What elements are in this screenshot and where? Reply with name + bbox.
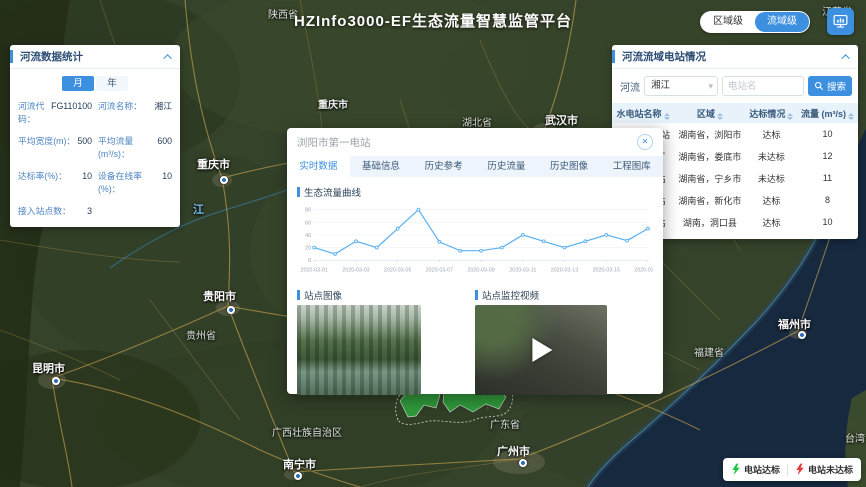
stat-field: 平均宽度(m)：500 <box>18 134 92 160</box>
modal-tab[interactable]: 历史图像 <box>538 156 601 177</box>
eco-flow-chart: 0 20 40 60 80 2020-03-01 2020-03-03 2020-03-05 2… <box>297 202 653 282</box>
svg-text:20: 20 <box>305 246 311 252</box>
period-tab[interactable]: 年 <box>96 76 128 91</box>
top-bar: HZInfo3000-EF生态流量智慧监管平台 区域级流域级 <box>0 0 866 38</box>
close-icon[interactable]: ✕ <box>637 134 653 150</box>
city-marker-icon <box>798 331 806 339</box>
svg-text:2020-03-11: 2020-03-11 <box>509 267 536 273</box>
river-filter-label: 河流 <box>620 79 640 94</box>
svg-text:2020-03-13: 2020-03-13 <box>551 267 578 273</box>
map-legend: 电站达标 电站未达标 <box>723 458 861 481</box>
stat-field: 设备在线率(%)：10 <box>98 169 172 195</box>
level-option[interactable]: 流域级 <box>755 12 809 32</box>
level-option[interactable]: 区域级 <box>701 12 755 32</box>
stat-field: 接入站点数：3 <box>18 204 92 217</box>
chart-section-title: 生态流量曲线 <box>297 185 653 199</box>
city-marker-icon <box>227 306 235 314</box>
station-search-input[interactable] <box>722 76 804 96</box>
stat-field: 河流名称：湘江 <box>98 99 172 125</box>
modal-title: 浏阳市第一电站 <box>297 135 637 150</box>
city-marker-icon <box>519 459 527 467</box>
video-section-title: 站点监控视频 <box>475 288 653 302</box>
svg-text:0: 0 <box>308 258 311 264</box>
section-accent-bar <box>475 290 478 300</box>
section-accent-bar <box>297 290 300 300</box>
monitor-button[interactable] <box>827 8 854 35</box>
sortable-column-header[interactable]: 水电站名称 <box>612 103 674 123</box>
stations-panel-title: 河流流域电站情况 <box>622 49 844 64</box>
legend-item: 电站达标 <box>731 463 780 476</box>
chevron-down-icon: ▾ <box>708 77 713 95</box>
play-icon[interactable] <box>532 338 552 362</box>
sortable-column-header[interactable]: 流量 (m³/s) <box>797 103 858 123</box>
lightning-icon <box>795 463 805 476</box>
station-video[interactable] <box>475 305 607 395</box>
station-detail-modal: 浏阳市第一电站 ✕ 实时数据基础信息历史参考历史流量历史图像工程图库 生态流量曲… <box>287 128 663 394</box>
river-stats-panel: 河流数据统计 月年 河流代码：FG110100河流名称：湘江平均宽度(m)：50… <box>10 45 180 227</box>
stat-field: 平均流量(m³/s)：600 <box>98 134 172 160</box>
sort-arrows-icon <box>717 113 723 120</box>
svg-text:2020-03-15: 2020-03-15 <box>593 267 620 273</box>
modal-tab[interactable]: 历史参考 <box>412 156 475 177</box>
period-tab[interactable]: 月 <box>62 76 94 91</box>
sort-arrows-icon <box>787 113 793 120</box>
modal-tab[interactable]: 历史流量 <box>475 156 538 177</box>
image-section-title: 站点图像 <box>297 288 475 302</box>
river-select[interactable]: 湘江 ▾ <box>644 76 718 96</box>
search-icon <box>814 81 824 91</box>
river-stats-fields: 河流代码：FG110100河流名称：湘江平均宽度(m)：500平均流量(m³/s… <box>10 95 180 227</box>
svg-text:2020-03-17: 2020-03-17 <box>634 267 653 273</box>
city-marker-icon <box>294 472 302 480</box>
search-button[interactable]: 搜索 <box>808 76 852 96</box>
svg-text:60: 60 <box>305 220 311 226</box>
period-tabs: 月年 <box>10 76 180 91</box>
legend-item: 电站未达标 <box>795 463 853 476</box>
modal-tab[interactable]: 实时数据 <box>287 156 350 177</box>
section-accent-bar <box>297 187 300 197</box>
sortable-column-header[interactable]: 达标情况 <box>746 103 797 123</box>
stat-field: 达标率(%)：10 <box>18 169 92 195</box>
river-stats-title: 河流数据统计 <box>20 49 166 64</box>
svg-text:2020-03-03: 2020-03-03 <box>342 267 369 273</box>
svg-text:80: 80 <box>305 208 311 214</box>
lightning-icon <box>731 463 741 476</box>
city-marker-icon <box>220 176 228 184</box>
modal-tab[interactable]: 工程图库 <box>600 156 663 177</box>
svg-text:2020-03-01: 2020-03-01 <box>300 267 327 273</box>
app-root: 陕西省江苏省重庆市湖北省武汉市重庆市长江贵阳市贵州省昆明市广西壮族自治区南宁市广… <box>0 0 866 487</box>
city-marker-icon <box>52 377 60 385</box>
svg-text:40: 40 <box>305 233 311 239</box>
svg-text:2020-03-07: 2020-03-07 <box>426 267 453 273</box>
sortable-column-header[interactable]: 区域 <box>674 103 746 123</box>
station-photo <box>297 305 421 395</box>
svg-text:2020-03-09: 2020-03-09 <box>467 267 494 273</box>
sort-arrows-icon <box>664 113 670 120</box>
modal-tab-bar: 实时数据基础信息历史参考历史流量历史图像工程图库 <box>287 156 663 177</box>
chart-monitor-icon <box>832 13 849 30</box>
modal-tab[interactable]: 基础信息 <box>350 156 413 177</box>
svg-text:2020-03-05: 2020-03-05 <box>384 267 411 273</box>
level-toggle[interactable]: 区域级流域级 <box>700 11 810 33</box>
stat-field: 河流代码：FG110100 <box>18 99 92 125</box>
sort-arrows-icon <box>848 113 854 120</box>
